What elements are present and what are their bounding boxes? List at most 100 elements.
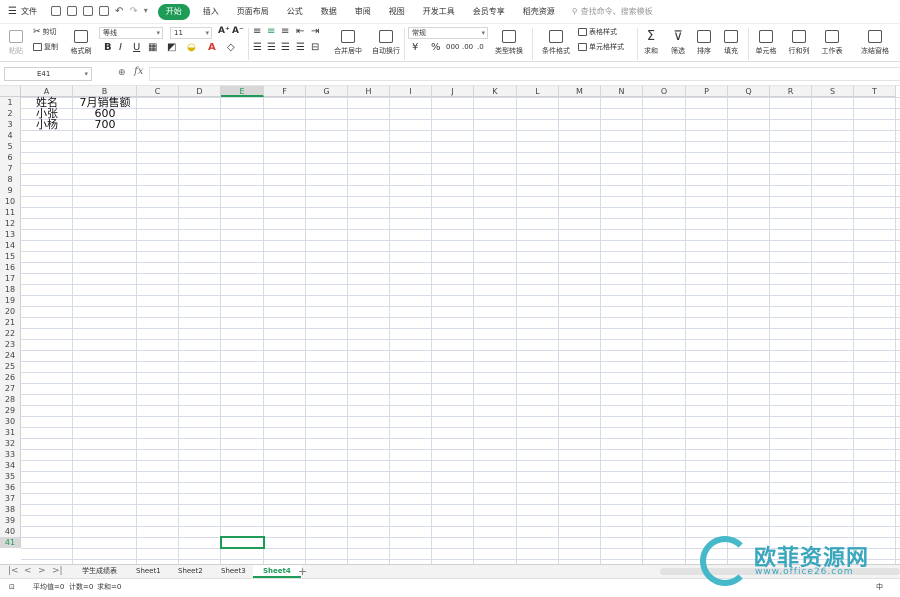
more-icon[interactable]: ▾	[144, 6, 148, 17]
row-header-1[interactable]: 1	[0, 97, 21, 108]
column-header-H[interactable]: H	[348, 86, 390, 97]
row-header-13[interactable]: 13	[0, 229, 21, 240]
undo-icon[interactable]: ↶	[115, 6, 123, 17]
paste-button[interactable]: 粘贴	[5, 26, 27, 56]
column-header-J[interactable]: J	[432, 86, 474, 97]
decrease-decimal-icon[interactable]: .0	[477, 43, 484, 51]
cell-A3[interactable]: 小杨	[21, 119, 73, 130]
column-header-N[interactable]: N	[601, 86, 643, 97]
row-header-20[interactable]: 20	[0, 306, 21, 317]
row-header-19[interactable]: 19	[0, 295, 21, 306]
column-header-C[interactable]: C	[137, 86, 179, 97]
name-box[interactable]: E41	[4, 67, 92, 81]
row-header-35[interactable]: 35	[0, 471, 21, 482]
align-top-icon[interactable]: ≡	[253, 26, 261, 37]
border-icon[interactable]: ▦	[148, 42, 157, 53]
row-header-3[interactable]: 3	[0, 119, 21, 130]
percent-icon[interactable]: %	[431, 42, 441, 53]
align-bottom-icon[interactable]: ≡	[281, 26, 289, 37]
row-header-40[interactable]: 40	[0, 526, 21, 537]
worksheet-grid[interactable]: A B C D E F G H I J K L M N O P Q R S T 1 2 3 4 5 6 7 8 9 10 11 12 13 14 1…	[0, 86, 900, 564]
fill-color-icon[interactable]: ◒	[187, 42, 196, 53]
row-header-18[interactable]: 18	[0, 284, 21, 295]
tab-8[interactable]: 会员专享	[464, 0, 514, 24]
row-header-9[interactable]: 9	[0, 185, 21, 196]
freeze-panes-button[interactable]: 冻结窗格	[856, 26, 894, 56]
sheet-tab-4[interactable]: Sheet4	[253, 565, 301, 578]
align-left-icon[interactable]: ☰	[253, 42, 262, 53]
first-sheet-icon[interactable]: |<	[8, 566, 19, 576]
sheet-tab-0[interactable]: 学生成绩表	[72, 565, 127, 578]
row-header-10[interactable]: 10	[0, 196, 21, 207]
row-header-6[interactable]: 6	[0, 152, 21, 163]
column-header-S[interactable]: S	[812, 86, 854, 97]
tab-5[interactable]: 审阅	[346, 0, 380, 24]
sum-button[interactable]: Σ 求和	[641, 26, 661, 56]
row-header-39[interactable]: 39	[0, 515, 21, 526]
clear-format-icon[interactable]: ◇	[227, 42, 235, 53]
bold-icon[interactable]: B	[104, 42, 112, 53]
row-header-22[interactable]: 22	[0, 328, 21, 339]
file-menu[interactable]: ☰ 文件	[0, 6, 45, 17]
column-header-M[interactable]: M	[559, 86, 601, 97]
underline-icon[interactable]: U	[133, 42, 140, 53]
tab-6[interactable]: 视图	[380, 0, 414, 24]
print-icon[interactable]	[82, 6, 93, 16]
row-header-33[interactable]: 33	[0, 449, 21, 460]
cell-button[interactable]: 单元格	[753, 26, 779, 56]
number-format-select[interactable]: 常规	[408, 27, 488, 39]
align-right-icon[interactable]: ☰	[281, 42, 290, 53]
macro-icon[interactable]: ⊡	[9, 580, 15, 594]
select-all-corner[interactable]	[0, 86, 21, 97]
column-header-E[interactable]: E	[221, 86, 264, 97]
row-header-41[interactable]: 41	[0, 537, 21, 548]
indent-decrease-icon[interactable]: ⇤	[296, 26, 304, 37]
zoom-icon[interactable]: ⊕	[118, 68, 126, 78]
row-header-25[interactable]: 25	[0, 361, 21, 372]
tab-0[interactable]: 开始	[157, 3, 190, 20]
sheet-tab-3[interactable]: Sheet3	[211, 565, 256, 578]
font-name-select[interactable]: 等线	[99, 27, 163, 39]
row-header-28[interactable]: 28	[0, 394, 21, 405]
column-header-K[interactable]: K	[474, 86, 517, 97]
indent-increase-icon[interactable]: ⇥	[311, 26, 319, 37]
last-sheet-icon[interactable]: >|	[52, 566, 63, 576]
column-header-D[interactable]: D	[179, 86, 221, 97]
row-header-27[interactable]: 27	[0, 383, 21, 394]
row-header-14[interactable]: 14	[0, 240, 21, 251]
table-style-button[interactable]: 表格样式	[578, 27, 617, 37]
row-col-button[interactable]: 行和列	[786, 26, 812, 56]
column-header-R[interactable]: R	[770, 86, 812, 97]
align-middle-icon[interactable]: ≡	[267, 26, 275, 37]
column-header-Q[interactable]: Q	[728, 86, 770, 97]
merge-center-button[interactable]: 合并居中	[330, 26, 366, 56]
font-color-icon[interactable]: A	[208, 42, 216, 53]
row-header-32[interactable]: 32	[0, 438, 21, 449]
row-header-2[interactable]: 2	[0, 108, 21, 119]
format-painter-button[interactable]: 格式刷	[68, 26, 94, 56]
decrease-font-icon[interactable]: A⁻	[232, 26, 244, 36]
row-header-38[interactable]: 38	[0, 504, 21, 515]
command-search[interactable]: ⚲ 查找命令、搜索模板	[564, 6, 653, 17]
filter-button[interactable]: ⊽ 筛选	[667, 26, 689, 56]
column-header-I[interactable]: I	[390, 86, 432, 97]
column-header-F[interactable]: F	[264, 86, 306, 97]
thousands-icon[interactable]: 000	[446, 43, 459, 51]
formula-input[interactable]	[149, 67, 900, 81]
tab-7[interactable]: 开发工具	[414, 0, 464, 24]
wrap-text-button[interactable]: 自动换行	[370, 26, 402, 56]
next-sheet-icon[interactable]: >	[38, 566, 46, 576]
row-header-34[interactable]: 34	[0, 460, 21, 471]
prev-sheet-icon[interactable]: <	[24, 566, 32, 576]
worksheet-button[interactable]: 工作表	[819, 26, 845, 56]
fx-icon[interactable]: fx	[134, 66, 143, 77]
save-icon[interactable]	[50, 6, 61, 16]
row-header-31[interactable]: 31	[0, 427, 21, 438]
row-header-7[interactable]: 7	[0, 163, 21, 174]
sheet-tab-1[interactable]: Sheet1	[126, 565, 171, 578]
row-header-26[interactable]: 26	[0, 372, 21, 383]
italic-icon[interactable]: I	[119, 42, 122, 53]
tab-9[interactable]: 稻壳资源	[514, 0, 564, 24]
row-header-29[interactable]: 29	[0, 405, 21, 416]
export-pdf-icon[interactable]	[66, 6, 77, 16]
